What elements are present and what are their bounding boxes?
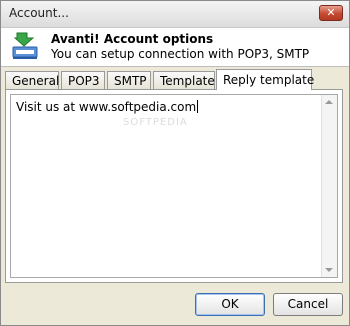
tab-general[interactable]: General — [5, 71, 59, 89]
tab-smtp[interactable]: SMTP — [107, 71, 151, 89]
tab-reply-template[interactable]: Reply template — [216, 69, 315, 90]
window-title: Account... — [9, 6, 69, 20]
tab-template[interactable]: Template — [153, 71, 215, 89]
scroll-down-icon[interactable] — [325, 268, 333, 272]
tab-label: Template — [160, 74, 215, 88]
tab-pop3[interactable]: POP3 — [61, 71, 105, 89]
account-setup-icon — [12, 32, 38, 59]
dialog-header: Avanti! Account options You can setup co… — [1, 28, 349, 67]
watermark-text: SOFTPEDIA — [123, 117, 188, 128]
header-subtitle: You can setup connection with POP3, SMTP — [51, 47, 310, 61]
tab-panel: Visit us at www.softpedia.com SOFTPEDIA — [5, 89, 343, 283]
scroll-up-icon[interactable] — [325, 100, 333, 104]
tab-label: Reply template — [223, 73, 315, 87]
editor-text: Visit us at www.softpedia.com — [16, 100, 197, 114]
close-icon: ✕ — [326, 6, 336, 19]
tab-label: POP3 — [68, 74, 100, 88]
tab-label: SMTP — [114, 74, 147, 88]
cancel-button[interactable]: Cancel — [273, 293, 343, 316]
editor-content: Visit us at www.softpedia.com — [16, 100, 199, 114]
close-button[interactable]: ✕ — [319, 5, 343, 21]
vertical-scrollbar[interactable] — [321, 95, 337, 277]
tab-label: General — [12, 74, 60, 88]
reply-template-editor[interactable]: Visit us at www.softpedia.com SOFTPEDIA — [10, 94, 338, 278]
header-title: Avanti! Account options — [51, 32, 214, 46]
text-caret — [197, 100, 199, 113]
ok-button[interactable]: OK — [195, 293, 265, 316]
title-bar[interactable]: Account... ✕ — [1, 1, 349, 28]
account-dialog: Account... ✕ Avanti! Account options You… — [0, 0, 350, 326]
